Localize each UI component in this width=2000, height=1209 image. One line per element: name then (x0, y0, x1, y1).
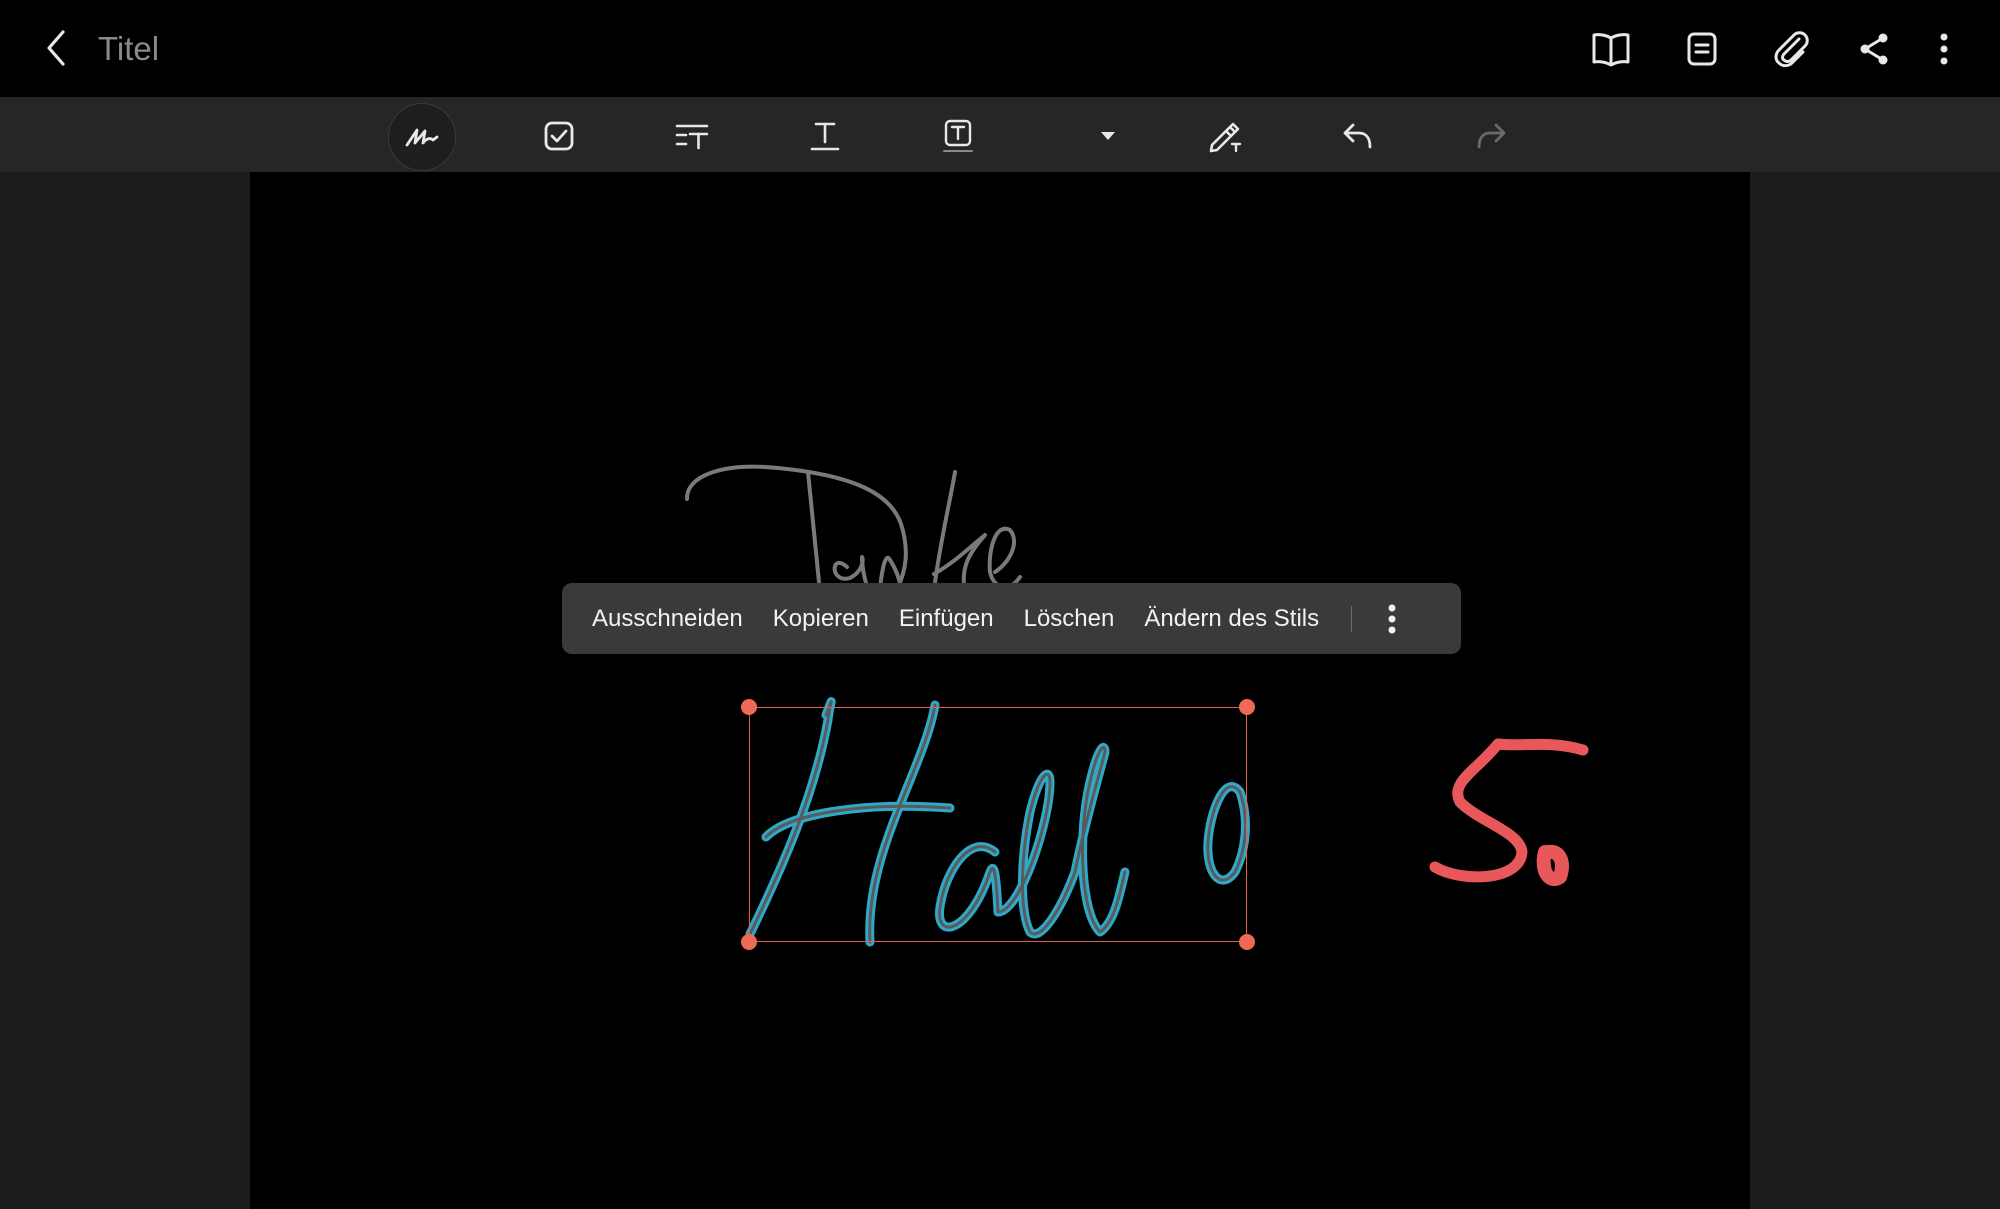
editing-toolbar (0, 97, 2000, 172)
resize-handle-top-right[interactable] (1239, 699, 1255, 715)
page-list-icon[interactable] (1675, 22, 1729, 76)
attachment-icon[interactable] (1764, 22, 1818, 76)
handwriting-s (1429, 738, 1589, 886)
top-app-bar: Titel (0, 0, 2000, 97)
more-vertical-icon[interactable] (1370, 589, 1414, 649)
eraser-pen-icon[interactable] (1192, 103, 1258, 169)
change-style-menu-item[interactable]: Ändern des Stils (1129, 583, 1334, 654)
menu-divider (1351, 605, 1353, 632)
undo-icon[interactable] (1325, 103, 1391, 169)
back-arrow-icon[interactable] (30, 22, 82, 74)
redo-icon[interactable] (1458, 103, 1524, 169)
selection-box[interactable] (741, 699, 1255, 950)
paste-menu-item[interactable]: Einfügen (884, 583, 1009, 654)
handwriting-pen-icon[interactable] (388, 103, 456, 171)
cut-menu-item[interactable]: Ausschneiden (562, 583, 758, 654)
note-canvas[interactable] (250, 172, 1750, 1209)
checkbox-icon[interactable] (526, 103, 592, 169)
book-view-icon[interactable] (1584, 22, 1638, 76)
note-title[interactable]: Titel (98, 26, 159, 72)
share-icon[interactable] (1847, 22, 1901, 76)
dropdown-arrow-icon[interactable] (1075, 103, 1141, 169)
text-icon[interactable] (792, 103, 858, 169)
selection-context-menu: Ausschneiden Kopieren Einfügen Löschen Ä… (562, 583, 1461, 654)
more-options-icon[interactable] (1917, 22, 1971, 76)
resize-handle-top-left[interactable] (741, 699, 757, 715)
text-box-icon[interactable] (925, 103, 991, 169)
text-format-icon[interactable] (659, 103, 725, 169)
resize-handle-bottom-right[interactable] (1239, 934, 1255, 950)
resize-handle-bottom-left[interactable] (741, 934, 757, 950)
copy-menu-item[interactable]: Kopieren (758, 583, 884, 654)
handwriting-danke (684, 464, 1022, 594)
delete-menu-item[interactable]: Löschen (1009, 583, 1130, 654)
